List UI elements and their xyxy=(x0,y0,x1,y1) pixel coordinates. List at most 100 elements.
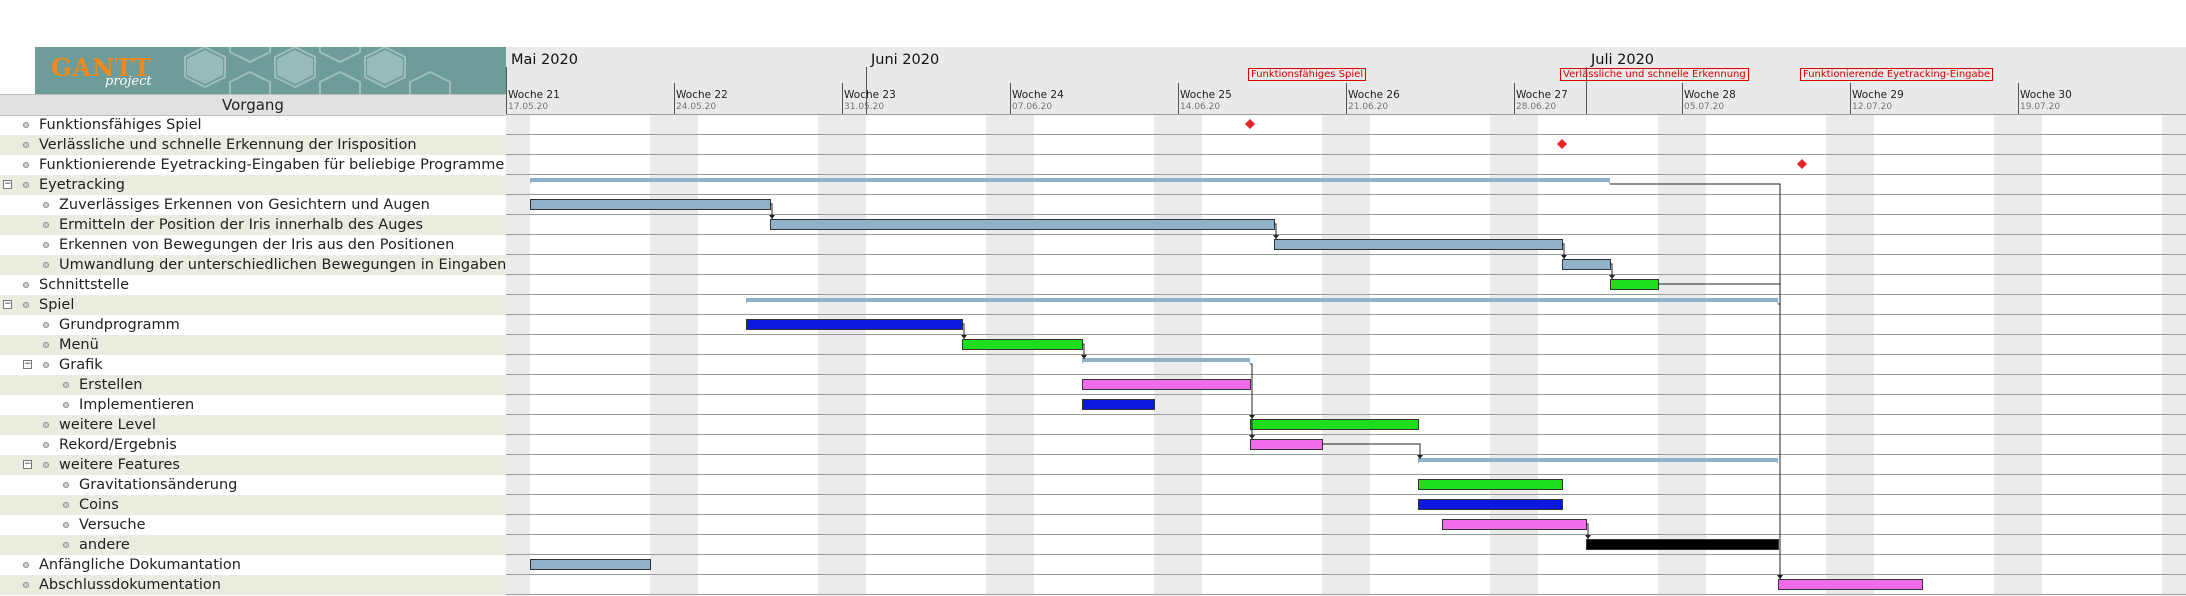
task-bullet-icon xyxy=(23,122,29,128)
milestone-marker[interactable] xyxy=(1797,159,1807,169)
task-bullet-icon xyxy=(43,322,49,328)
task-row[interactable]: Funktionierende Eyetracking-Eingaben für… xyxy=(0,155,506,175)
task-row[interactable]: andere xyxy=(0,535,506,555)
dependency-arrowhead xyxy=(961,335,967,339)
task-name: Grafik xyxy=(59,357,103,373)
milestone-marker[interactable] xyxy=(1245,119,1255,129)
task-name: Implementieren xyxy=(79,397,195,413)
summary-bar[interactable] xyxy=(1418,458,1778,462)
task-bar[interactable] xyxy=(1418,479,1563,490)
task-bullet-icon xyxy=(23,142,29,148)
week-tick xyxy=(1850,83,1851,115)
task-bullet-icon xyxy=(43,442,49,448)
task-bar[interactable] xyxy=(1082,379,1251,390)
task-row[interactable]: Funktionsfähiges Spiel xyxy=(0,115,506,135)
task-bar[interactable] xyxy=(1082,399,1155,410)
week-label: Woche 25 xyxy=(1180,89,1232,101)
week-date-label: 21.06.20 xyxy=(1348,102,1389,112)
task-name: Erstellen xyxy=(79,377,143,393)
gantt-chart-area[interactable] xyxy=(506,114,2186,596)
task-row[interactable]: Versuche xyxy=(0,515,506,535)
task-row[interactable]: Abschlussdokumentation xyxy=(0,575,506,595)
task-name: weitere Features xyxy=(59,457,180,473)
task-name: andere xyxy=(79,537,130,553)
task-row[interactable]: Schnittstelle xyxy=(0,275,506,295)
summary-bar[interactable] xyxy=(1082,358,1250,362)
task-row[interactable]: Umwandlung der unterschiedlichen Bewegun… xyxy=(0,255,506,275)
task-bullet-icon xyxy=(23,162,29,168)
task-name: weitere Level xyxy=(59,417,156,433)
task-row[interactable]: Implementieren xyxy=(0,395,506,415)
week-label: Woche 30 xyxy=(2020,89,2072,101)
task-row[interactable]: − weitere Features xyxy=(0,455,506,475)
task-bar[interactable] xyxy=(1778,579,1923,590)
month-label: Juni 2020 xyxy=(871,52,940,68)
task-row[interactable]: Ermitteln der Position der Iris innerhal… xyxy=(0,215,506,235)
summary-bar[interactable] xyxy=(746,298,1778,302)
task-bar[interactable] xyxy=(1586,539,1779,550)
task-bar[interactable] xyxy=(1610,279,1659,290)
milestone-marker[interactable] xyxy=(1557,139,1567,149)
week-label: Woche 23 xyxy=(844,89,896,101)
collapse-toggle-icon[interactable]: − xyxy=(3,300,12,309)
task-row[interactable]: Erkennen von Bewegungen der Iris aus den… xyxy=(0,235,506,255)
task-bar[interactable] xyxy=(770,219,1275,230)
task-row[interactable]: Anfängliche Dokumantation xyxy=(0,555,506,575)
task-bullet-icon xyxy=(43,222,49,228)
task-row[interactable]: − Eyetracking xyxy=(0,175,506,195)
task-bar[interactable] xyxy=(530,559,651,570)
task-bar[interactable] xyxy=(1562,259,1611,270)
week-label: Woche 26 xyxy=(1348,89,1400,101)
timeline-header: Mai 2020 Juni 2020 Juli 2020 Woche 21 17.05.… xyxy=(506,47,2186,115)
week-tick xyxy=(1682,83,1683,115)
task-bar[interactable] xyxy=(1418,499,1563,510)
week-tick xyxy=(842,83,843,115)
week-label: Woche 29 xyxy=(1852,89,1904,101)
task-column-header[interactable]: Vorgang xyxy=(0,94,506,116)
task-row[interactable]: Rekord/Ergebnis xyxy=(0,435,506,455)
collapse-toggle-icon[interactable]: − xyxy=(3,180,12,189)
task-bullet-icon xyxy=(43,262,49,268)
week-date-label: 19.07.20 xyxy=(2020,102,2061,112)
task-name: Verlässliche und schnelle Erkennung der … xyxy=(39,137,417,153)
milestone-tag[interactable]: Verlässliche und schnelle Erkennung xyxy=(1560,68,1749,81)
task-row[interactable]: Erstellen xyxy=(0,375,506,395)
task-bullet-icon xyxy=(23,302,29,308)
milestone-tag[interactable]: Funktionsfähiges Spiel xyxy=(1248,68,1367,81)
summary-bar[interactable] xyxy=(530,178,1610,182)
task-bullet-icon xyxy=(43,422,49,428)
week-date-label: 14.06.20 xyxy=(1180,102,1221,112)
task-row[interactable]: Menü xyxy=(0,335,506,355)
task-bullet-icon xyxy=(43,462,49,468)
task-bar[interactable] xyxy=(1250,439,1323,450)
task-row[interactable]: Gravitationsänderung xyxy=(0,475,506,495)
task-bullet-icon xyxy=(23,282,29,288)
task-row[interactable]: Zuverlässiges Erkennen von Gesichtern un… xyxy=(0,195,506,215)
task-bar[interactable] xyxy=(1442,519,1587,530)
week-date-label: 12.07.20 xyxy=(1852,102,1893,112)
task-name: Schnittstelle xyxy=(39,277,130,293)
task-bar[interactable] xyxy=(962,339,1083,350)
task-bar[interactable] xyxy=(530,199,771,210)
task-bullet-icon xyxy=(43,362,49,368)
task-bullet-icon xyxy=(43,242,49,248)
dependency-arrowhead xyxy=(1249,435,1255,439)
week-date-label: 17.05.20 xyxy=(508,102,549,112)
task-name: Abschlussdokumentation xyxy=(39,577,221,593)
task-row[interactable]: − Spiel xyxy=(0,295,506,315)
task-bullet-icon xyxy=(63,502,69,508)
task-row[interactable]: Verlässliche und schnelle Erkennung der … xyxy=(0,135,506,155)
task-name: Menü xyxy=(59,337,99,353)
task-row[interactable]: weitere Level xyxy=(0,415,506,435)
task-row[interactable]: Grundprogramm xyxy=(0,315,506,335)
task-bar[interactable] xyxy=(1250,419,1419,430)
collapse-toggle-icon[interactable]: − xyxy=(23,360,32,369)
task-bullet-icon xyxy=(23,182,29,188)
milestone-tag[interactable]: Funktionierende Eyetracking-Eingabe xyxy=(1800,68,1994,81)
task-row[interactable]: − Grafik xyxy=(0,355,506,375)
task-row[interactable]: Coins xyxy=(0,495,506,515)
collapse-toggle-icon[interactable]: − xyxy=(23,460,32,469)
task-bar[interactable] xyxy=(746,319,963,330)
dependency-arrow xyxy=(1778,303,1781,579)
task-bar[interactable] xyxy=(1274,239,1563,250)
